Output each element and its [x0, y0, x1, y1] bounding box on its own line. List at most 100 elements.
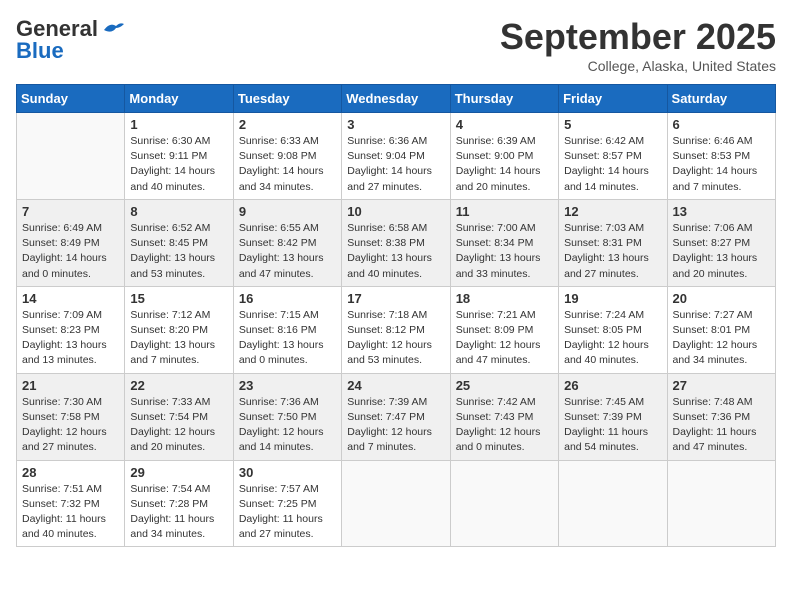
logo-blue-text: Blue — [16, 38, 64, 64]
day-number: 12 — [564, 204, 661, 219]
day-number: 20 — [673, 291, 770, 306]
day-number: 9 — [239, 204, 336, 219]
weekday-header-row: SundayMondayTuesdayWednesdayThursdayFrid… — [17, 85, 776, 113]
calendar-cell — [342, 460, 450, 547]
day-number: 15 — [130, 291, 227, 306]
day-info: Sunrise: 7:27 AM Sunset: 8:01 PM Dayligh… — [673, 308, 770, 369]
weekday-header-friday: Friday — [559, 85, 667, 113]
day-number: 13 — [673, 204, 770, 219]
day-info: Sunrise: 7:54 AM Sunset: 7:28 PM Dayligh… — [130, 482, 227, 543]
day-number: 16 — [239, 291, 336, 306]
calendar-cell: 15 Sunrise: 7:12 AM Sunset: 8:20 PM Dayli… — [125, 286, 233, 373]
calendar-cell: 26 Sunrise: 7:45 AM Sunset: 7:39 PM Dayli… — [559, 373, 667, 460]
calendar-cell: 29 Sunrise: 7:54 AM Sunset: 7:28 PM Dayli… — [125, 460, 233, 547]
day-number: 7 — [22, 204, 119, 219]
day-info: Sunrise: 7:45 AM Sunset: 7:39 PM Dayligh… — [564, 395, 661, 456]
day-info: Sunrise: 7:33 AM Sunset: 7:54 PM Dayligh… — [130, 395, 227, 456]
day-info: Sunrise: 6:52 AM Sunset: 8:45 PM Dayligh… — [130, 221, 227, 282]
calendar-cell: 17 Sunrise: 7:18 AM Sunset: 8:12 PM Dayli… — [342, 286, 450, 373]
day-info: Sunrise: 7:30 AM Sunset: 7:58 PM Dayligh… — [22, 395, 119, 456]
calendar-cell: 10 Sunrise: 6:58 AM Sunset: 8:38 PM Dayli… — [342, 199, 450, 286]
weekday-header-saturday: Saturday — [667, 85, 775, 113]
day-info: Sunrise: 6:58 AM Sunset: 8:38 PM Dayligh… — [347, 221, 444, 282]
calendar-cell: 19 Sunrise: 7:24 AM Sunset: 8:05 PM Dayli… — [559, 286, 667, 373]
day-number: 26 — [564, 378, 661, 393]
day-number: 17 — [347, 291, 444, 306]
day-number: 22 — [130, 378, 227, 393]
day-info: Sunrise: 7:09 AM Sunset: 8:23 PM Dayligh… — [22, 308, 119, 369]
calendar-cell: 2 Sunrise: 6:33 AM Sunset: 9:08 PM Daylig… — [233, 113, 341, 200]
calendar-cell: 5Sunrise: 6:42 AM Sunset: 8:57 PM Daylig… — [559, 113, 667, 200]
weekday-header-sunday: Sunday — [17, 85, 125, 113]
calendar-cell: 3Sunrise: 6:36 AM Sunset: 9:04 PM Daylig… — [342, 113, 450, 200]
calendar-cell: 18 Sunrise: 7:21 AM Sunset: 8:09 PM Dayli… — [450, 286, 558, 373]
day-info: Sunrise: 6:55 AM Sunset: 8:42 PM Dayligh… — [239, 221, 336, 282]
calendar-cell: 16 Sunrise: 7:15 AM Sunset: 8:16 PM Dayli… — [233, 286, 341, 373]
day-number: 11 — [456, 204, 553, 219]
calendar-cell: 13 Sunrise: 7:06 AM Sunset: 8:27 PM Dayli… — [667, 199, 775, 286]
day-info: Sunrise: 6:46 AM Sunset: 8:53 PM Dayligh… — [673, 134, 770, 195]
title-block: September 2025 College, Alaska, United S… — [500, 16, 776, 74]
day-info: Sunrise: 7:51 AM Sunset: 7:32 PM Dayligh… — [22, 482, 119, 543]
day-info: Sunrise: 7:36 AM Sunset: 7:50 PM Dayligh… — [239, 395, 336, 456]
calendar-week-row: 28Sunrise: 7:51 AM Sunset: 7:32 PM Dayli… — [17, 460, 776, 547]
calendar-cell: 1 Sunrise: 6:30 AM Sunset: 9:11 PM Daylig… — [125, 113, 233, 200]
day-info: Sunrise: 6:33 AM Sunset: 9:08 PM Dayligh… — [239, 134, 336, 195]
day-info: Sunrise: 7:03 AM Sunset: 8:31 PM Dayligh… — [564, 221, 661, 282]
day-info: Sunrise: 6:39 AM Sunset: 9:00 PM Dayligh… — [456, 134, 553, 195]
calendar-cell: 9 Sunrise: 6:55 AM Sunset: 8:42 PM Daylig… — [233, 199, 341, 286]
day-number: 1 — [130, 117, 227, 132]
calendar-cell: 30Sunrise: 7:57 AM Sunset: 7:25 PM Dayli… — [233, 460, 341, 547]
day-number: 5 — [564, 117, 661, 132]
day-number: 30 — [239, 465, 336, 480]
weekday-header-thursday: Thursday — [450, 85, 558, 113]
day-info: Sunrise: 6:49 AM Sunset: 8:49 PM Dayligh… — [22, 221, 119, 282]
day-number: 24 — [347, 378, 444, 393]
day-info: Sunrise: 7:24 AM Sunset: 8:05 PM Dayligh… — [564, 308, 661, 369]
calendar-week-row: 14 Sunrise: 7:09 AM Sunset: 8:23 PM Dayli… — [17, 286, 776, 373]
day-number: 10 — [347, 204, 444, 219]
calendar-cell: 25Sunrise: 7:42 AM Sunset: 7:43 PM Dayli… — [450, 373, 558, 460]
day-info: Sunrise: 7:18 AM Sunset: 8:12 PM Dayligh… — [347, 308, 444, 369]
day-number: 27 — [673, 378, 770, 393]
calendar-cell: 22 Sunrise: 7:33 AM Sunset: 7:54 PM Dayli… — [125, 373, 233, 460]
day-number: 8 — [130, 204, 227, 219]
calendar-cell: 8 Sunrise: 6:52 AM Sunset: 8:45 PM Daylig… — [125, 199, 233, 286]
day-info: Sunrise: 6:30 AM Sunset: 9:11 PM Dayligh… — [130, 134, 227, 195]
day-info: Sunrise: 7:48 AM Sunset: 7:36 PM Dayligh… — [673, 395, 770, 456]
day-number: 21 — [22, 378, 119, 393]
calendar-week-row: 7 Sunrise: 6:49 AM Sunset: 8:49 PM Daylig… — [17, 199, 776, 286]
logo-bird-icon — [102, 20, 124, 38]
calendar-cell: 28Sunrise: 7:51 AM Sunset: 7:32 PM Dayli… — [17, 460, 125, 547]
weekday-header-wednesday: Wednesday — [342, 85, 450, 113]
day-number: 18 — [456, 291, 553, 306]
weekday-header-tuesday: Tuesday — [233, 85, 341, 113]
day-info: Sunrise: 7:21 AM Sunset: 8:09 PM Dayligh… — [456, 308, 553, 369]
day-number: 4 — [456, 117, 553, 132]
day-number: 19 — [564, 291, 661, 306]
calendar-cell: 11Sunrise: 7:00 AM Sunset: 8:34 PM Dayli… — [450, 199, 558, 286]
month-title: September 2025 — [500, 16, 776, 58]
calendar-cell: 21 Sunrise: 7:30 AM Sunset: 7:58 PM Dayli… — [17, 373, 125, 460]
day-info: Sunrise: 7:15 AM Sunset: 8:16 PM Dayligh… — [239, 308, 336, 369]
day-info: Sunrise: 7:12 AM Sunset: 8:20 PM Dayligh… — [130, 308, 227, 369]
day-number: 2 — [239, 117, 336, 132]
calendar-cell: 12 Sunrise: 7:03 AM Sunset: 8:31 PM Dayli… — [559, 199, 667, 286]
calendar-cell: 14 Sunrise: 7:09 AM Sunset: 8:23 PM Dayli… — [17, 286, 125, 373]
day-info: Sunrise: 7:42 AM Sunset: 7:43 PM Dayligh… — [456, 395, 553, 456]
calendar-cell: 27 Sunrise: 7:48 AM Sunset: 7:36 PM Dayli… — [667, 373, 775, 460]
calendar-cell — [17, 113, 125, 200]
calendar-week-row: 21 Sunrise: 7:30 AM Sunset: 7:58 PM Dayli… — [17, 373, 776, 460]
day-number: 14 — [22, 291, 119, 306]
calendar-cell: 4 Sunrise: 6:39 AM Sunset: 9:00 PM Daylig… — [450, 113, 558, 200]
day-number: 23 — [239, 378, 336, 393]
calendar-week-row: 1 Sunrise: 6:30 AM Sunset: 9:11 PM Daylig… — [17, 113, 776, 200]
logo: General Blue — [16, 16, 124, 64]
day-number: 3 — [347, 117, 444, 132]
calendar-cell — [667, 460, 775, 547]
calendar-cell — [450, 460, 558, 547]
day-info: Sunrise: 7:39 AM Sunset: 7:47 PM Dayligh… — [347, 395, 444, 456]
calendar-cell: 6Sunrise: 6:46 AM Sunset: 8:53 PM Daylig… — [667, 113, 775, 200]
day-info: Sunrise: 7:06 AM Sunset: 8:27 PM Dayligh… — [673, 221, 770, 282]
day-number: 29 — [130, 465, 227, 480]
